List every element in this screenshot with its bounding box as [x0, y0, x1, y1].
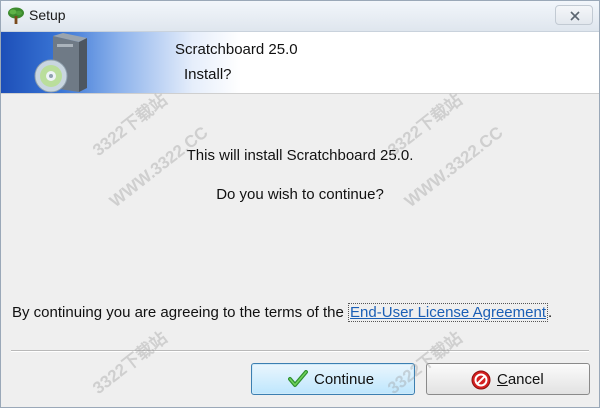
- installer-disc-icon: [34, 33, 87, 93]
- cancel-icon: [471, 370, 491, 390]
- header-banner: Scratchboard 25.0 Install?: [1, 32, 599, 94]
- agreement-text: By continuing you are agreeing to the te…: [12, 303, 553, 322]
- continue-button[interactable]: Continue: [251, 363, 415, 395]
- continue-label: Continue: [314, 371, 375, 388]
- checkmark-icon: [288, 370, 308, 387]
- title-bar[interactable]: Setup: [1, 1, 599, 32]
- close-button[interactable]: [555, 5, 593, 25]
- cancel-label: Cancel: [497, 371, 544, 388]
- cancel-label-rest: ancel: [507, 371, 544, 388]
- header-app-name: Scratchboard 25.0: [175, 41, 298, 58]
- header-subtitle: Install?: [184, 66, 232, 83]
- install-message: This will install Scratchboard 25.0.: [186, 147, 414, 164]
- continue-question: Do you wish to continue?: [216, 186, 384, 203]
- eula-link[interactable]: End-User License Agreement: [348, 303, 548, 322]
- divider: [11, 350, 589, 352]
- tree-app-icon: [7, 7, 25, 25]
- window-title: Setup: [29, 7, 66, 23]
- cancel-accelerator: C: [497, 371, 508, 388]
- cancel-button[interactable]: Cancel: [426, 363, 590, 395]
- close-icon: [570, 11, 580, 21]
- watermark-text: 3322下载站: [89, 328, 171, 398]
- agreement-suffix: .: [547, 304, 553, 321]
- agreement-prefix: By continuing you are agreeing to the te…: [12, 304, 349, 321]
- setup-dialog: Setup Scratchboard 25.0 Install? This wi…: [0, 0, 600, 408]
